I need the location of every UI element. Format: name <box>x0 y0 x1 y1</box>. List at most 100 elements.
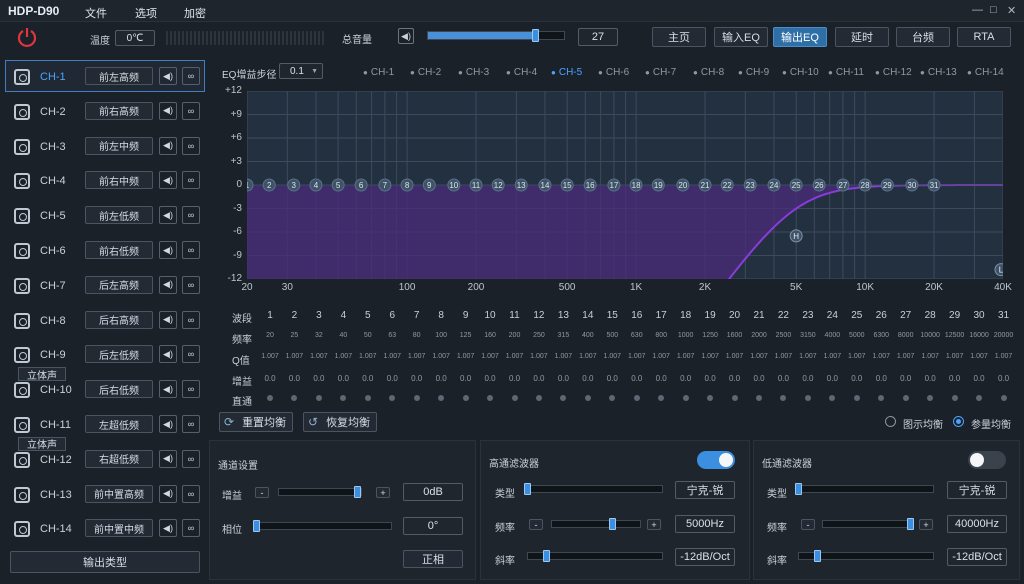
channel-row[interactable]: CH-14 前中置中频 ◀) ∞ <box>5 512 205 544</box>
band-gain[interactable]: 0.0 <box>429 374 453 383</box>
power-icon[interactable] <box>16 26 38 48</box>
link-icon[interactable]: ∞ <box>182 67 200 85</box>
eq-channel-tab[interactable]: ● CH-8 <box>693 67 724 78</box>
channel-row[interactable]: CH-2 前右高频 ◀) ∞ <box>5 95 205 127</box>
band-bypass-dot[interactable] <box>609 395 616 401</box>
tab-2[interactable]: 输出EQ <box>773 27 827 47</box>
band-bypass-dot[interactable] <box>756 395 762 401</box>
band-gain[interactable]: 0.0 <box>869 374 893 383</box>
band-freq[interactable]: 25 <box>281 332 307 339</box>
band-bypass-dot[interactable] <box>878 395 885 401</box>
tab-0[interactable]: 主页 <box>652 27 706 47</box>
highpass-freq-thumb[interactable] <box>609 518 617 530</box>
band-q[interactable]: 1.007 <box>697 353 723 360</box>
menu-encrypt[interactable]: 加密 <box>184 5 206 21</box>
channel-row[interactable]: CH-1 前左高频 ◀) ∞ <box>5 60 205 92</box>
channel-row[interactable]: CH-4 前右中频 ◀) ∞ <box>5 164 205 196</box>
volume-icon[interactable]: ◀) <box>159 101 177 120</box>
master-volume-thumb[interactable] <box>531 29 539 42</box>
param-eq-radio[interactable] <box>953 416 964 427</box>
menu-options[interactable]: 选项 <box>135 5 157 21</box>
band-freq[interactable]: 200 <box>502 332 528 339</box>
band-gain[interactable]: 0.0 <box>845 374 869 383</box>
channel-name-button[interactable]: 后右低频 <box>85 380 153 399</box>
link-icon[interactable]: ∞ <box>182 449 200 468</box>
band-bypass-dot[interactable] <box>658 395 665 401</box>
band-q[interactable]: 1.007 <box>844 353 870 360</box>
link-icon[interactable]: ∞ <box>182 241 200 259</box>
band-gain[interactable]: 0.0 <box>405 374 429 383</box>
band-freq[interactable]: 20000 <box>991 332 1017 339</box>
link-icon[interactable]: ∞ <box>182 171 200 190</box>
band-gain[interactable]: 0.0 <box>771 374 795 383</box>
lowpass-freq-slider[interactable] <box>822 520 912 528</box>
volume-icon[interactable]: ◀) <box>159 415 177 433</box>
band-bypass-dot[interactable] <box>560 395 567 401</box>
channel-name-button[interactable]: 后左高频 <box>85 275 153 294</box>
channel-name-button[interactable]: 后右高频 <box>85 310 153 329</box>
volume-icon[interactable]: ◀) <box>159 519 177 538</box>
eq-channel-tab[interactable]: ● CH-6 <box>598 67 629 78</box>
graphic-eq-radio[interactable] <box>885 416 896 427</box>
band-bypass-dot[interactable] <box>364 395 371 401</box>
link-icon[interactable]: ∞ <box>182 136 200 155</box>
band-q[interactable]: 1.007 <box>379 353 405 360</box>
band-q[interactable]: 1.007 <box>502 353 528 360</box>
band-bypass-dot[interactable] <box>902 395 909 401</box>
link-icon[interactable]: ∞ <box>182 275 200 294</box>
band-gain[interactable]: 0.0 <box>796 374 820 383</box>
eq-channel-tab[interactable]: ● CH-11 <box>828 67 864 78</box>
channel-name-button[interactable]: 右超低频 <box>85 449 153 468</box>
band-bypass-dot[interactable] <box>267 395 273 401</box>
tab-4[interactable]: 台频 <box>896 27 950 47</box>
band-gain[interactable]: 0.0 <box>723 374 747 383</box>
close-button[interactable]: ✕ <box>1007 4 1016 17</box>
band-gain[interactable]: 0.0 <box>307 374 331 383</box>
band-bypass-dot[interactable] <box>291 395 298 401</box>
volume-icon[interactable]: ◀) <box>159 449 177 468</box>
band-bypass-dot[interactable] <box>829 395 836 401</box>
band-q[interactable]: 1.007 <box>428 353 454 360</box>
volume-icon[interactable]: ◀) <box>159 275 177 294</box>
band-q[interactable]: 1.007 <box>624 353 650 360</box>
band-q[interactable]: 1.007 <box>575 353 601 360</box>
band-q[interactable]: 1.007 <box>819 353 845 360</box>
band-q[interactable]: 1.007 <box>991 353 1017 360</box>
band-freq[interactable]: 2500 <box>770 332 796 339</box>
band-freq[interactable]: 160 <box>477 332 503 339</box>
lowpass-slope-value[interactable]: -12dB/Oct <box>947 548 1007 566</box>
band-freq[interactable]: 20 <box>257 332 283 339</box>
menu-file[interactable]: 文件 <box>85 5 107 21</box>
band-bypass-dot[interactable] <box>340 395 347 401</box>
band-freq[interactable]: 50 <box>355 332 381 339</box>
band-freq[interactable]: 800 <box>648 332 674 339</box>
band-bypass-dot[interactable] <box>951 395 958 401</box>
channel-row[interactable]: CH-11 左超低频 ◀) ∞ <box>5 408 205 440</box>
band-q[interactable]: 1.007 <box>648 353 674 360</box>
lowpass-type-value[interactable]: 宁克-锐 <box>947 481 1007 499</box>
band-freq[interactable]: 3150 <box>795 332 821 339</box>
lowpass-freq-value[interactable]: 40000Hz <box>947 515 1007 533</box>
band-freq[interactable]: 6300 <box>868 332 894 339</box>
band-gain[interactable]: 0.0 <box>380 374 404 383</box>
band-gain[interactable]: 0.0 <box>918 374 942 383</box>
eq-channel-tab[interactable]: ● CH-13 <box>920 67 957 78</box>
eq-step-select[interactable]: 0.1 ▼ <box>279 63 323 79</box>
tab-1[interactable]: 输入EQ <box>714 27 768 47</box>
gain-plus-button[interactable]: + <box>376 487 390 498</box>
highpass-freq-plus[interactable]: + <box>647 519 661 530</box>
lowpass-type-slider[interactable] <box>798 485 934 493</box>
band-gain[interactable]: 0.0 <box>625 374 649 383</box>
master-volume-slider[interactable] <box>427 31 565 40</box>
channel-name-button[interactable]: 前右低频 <box>85 241 153 259</box>
band-q[interactable]: 1.007 <box>404 353 430 360</box>
band-bypass-dot[interactable] <box>731 395 738 401</box>
band-gain[interactable]: 0.0 <box>698 374 722 383</box>
highpass-freq-minus[interactable]: - <box>529 519 543 530</box>
lowpass-toggle[interactable] <box>968 451 1006 469</box>
band-bypass-dot[interactable] <box>780 395 787 401</box>
channel-name-button[interactable]: 前中置中频 <box>85 519 153 538</box>
band-freq[interactable]: 80 <box>404 332 430 339</box>
channel-name-button[interactable]: 后左低频 <box>85 345 153 364</box>
channel-name-button[interactable]: 前左中频 <box>85 136 153 155</box>
